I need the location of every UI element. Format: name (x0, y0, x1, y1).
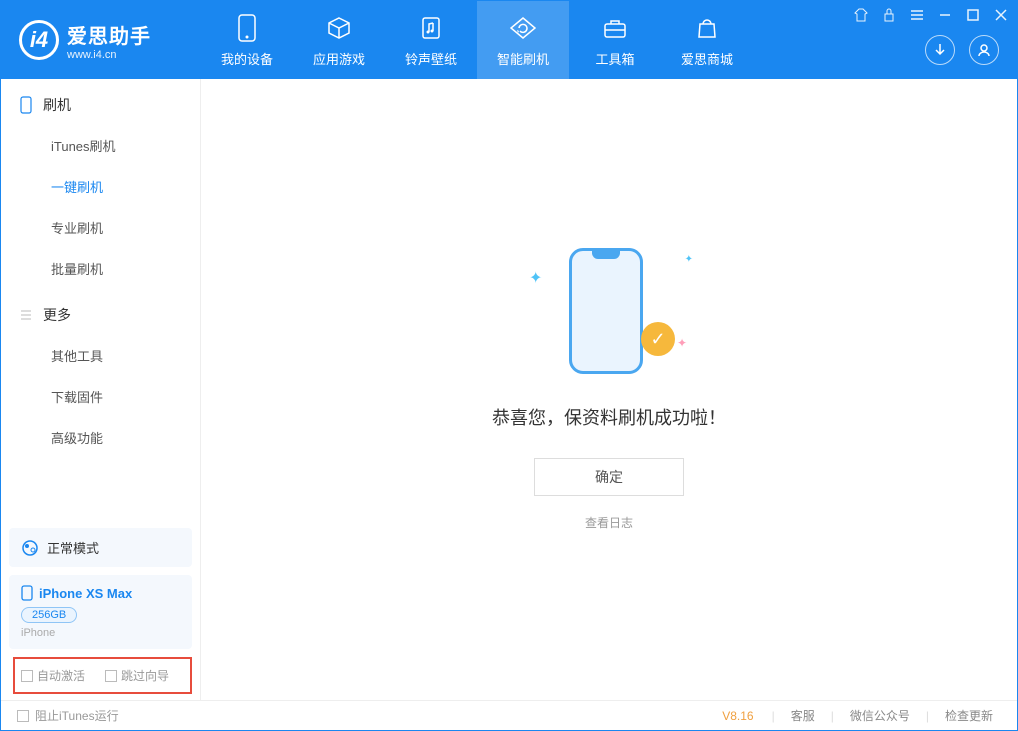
nav-tab-apps[interactable]: 应用游戏 (293, 1, 385, 79)
phone-icon (19, 96, 33, 114)
sidebar-item-pro-flash[interactable]: 专业刷机 (1, 207, 200, 248)
device-capacity: 256GB (21, 607, 77, 623)
close-icon[interactable] (993, 7, 1009, 23)
sidebar-section-more: 更多 (1, 289, 200, 335)
device-name: iPhone XS Max (39, 586, 132, 601)
sidebar-section-flash: 刷机 (1, 79, 200, 125)
block-itunes-label: 阻止iTunes运行 (35, 707, 119, 724)
main-content: ✦ ✦ ✦ ✓ 恭喜您，保资料刷机成功啦！ 确定 查看日志 (201, 79, 1017, 700)
checkbox-icon (21, 670, 33, 682)
sidebar-item-batch-flash[interactable]: 批量刷机 (1, 248, 200, 289)
version-label: V8.16 (722, 709, 753, 723)
maximize-icon[interactable] (965, 7, 981, 23)
nav-label: 铃声壁纸 (405, 49, 457, 68)
highlighted-checkbox-row: 自动激活 跳过向导 (13, 657, 192, 694)
section-title: 更多 (43, 305, 71, 325)
checkbox-block-itunes[interactable]: 阻止iTunes运行 (17, 707, 119, 724)
minimize-icon[interactable] (937, 7, 953, 23)
chk-label: 自动激活 (37, 667, 85, 684)
sparkle-icon: ✦ (529, 268, 542, 288)
sidebar-item-advanced[interactable]: 高级功能 (1, 417, 200, 458)
header-action-icons (925, 35, 999, 65)
status-link-support[interactable]: 客服 (783, 707, 823, 724)
music-icon (416, 13, 446, 43)
status-link-update[interactable]: 检查更新 (937, 707, 1001, 724)
sidebar-item-other-tools[interactable]: 其他工具 (1, 335, 200, 376)
header: i4 爱思助手 www.i4.cn 我的设备 应用游戏 (1, 1, 1017, 79)
nav-tab-store[interactable]: 爱思商城 (661, 1, 753, 79)
cube-icon (324, 13, 354, 43)
checkbox-auto-activate[interactable]: 自动激活 (21, 667, 85, 684)
checkbox-icon (17, 710, 29, 722)
sidebar-footer: 正常模式 iPhone XS Max 256GB iPhone 自动激活 跳过向… (1, 520, 200, 700)
window-controls (853, 7, 1009, 23)
menu-icon[interactable] (909, 7, 925, 23)
refresh-icon (508, 13, 538, 43)
app-subtitle: www.i4.cn (67, 49, 151, 61)
mode-icon (21, 539, 39, 557)
phone-outline-icon (569, 248, 643, 374)
nav-tab-toolbox[interactable]: 工具箱 (569, 1, 661, 79)
nav-label: 智能刷机 (497, 49, 549, 68)
success-illustration: ✦ ✦ ✦ ✓ (549, 248, 669, 378)
sparkle-icon: ✦ (677, 336, 687, 350)
user-icon[interactable] (969, 35, 999, 65)
body: 刷机 iTunes刷机 一键刷机 专业刷机 批量刷机 更多 其他工具 下载固件 … (1, 79, 1017, 700)
section-title: 刷机 (43, 95, 71, 115)
checkbox-icon (105, 670, 117, 682)
device-small-icon (21, 585, 33, 601)
success-message: 恭喜您，保资料刷机成功啦！ (492, 404, 726, 430)
check-badge-icon: ✓ (641, 322, 675, 356)
phone-notch (592, 251, 620, 259)
logo: i4 爱思助手 www.i4.cn (1, 20, 201, 61)
logo-icon: i4 (19, 20, 59, 60)
sparkle-icon: ✦ (685, 254, 693, 265)
mode-label: 正常模式 (47, 538, 99, 557)
app-title: 爱思助手 (67, 20, 151, 49)
status-bar: 阻止iTunes运行 V8.16 | 客服 | 微信公众号 | 检查更新 (1, 700, 1017, 730)
sidebar: 刷机 iTunes刷机 一键刷机 专业刷机 批量刷机 更多 其他工具 下载固件 … (1, 79, 201, 700)
list-icon (19, 308, 33, 322)
nav-tabs: 我的设备 应用游戏 铃声壁纸 智能刷机 (201, 1, 753, 79)
download-icon[interactable] (925, 35, 955, 65)
nav-label: 我的设备 (221, 49, 273, 68)
sidebar-item-oneclick-flash[interactable]: 一键刷机 (1, 166, 200, 207)
mode-box[interactable]: 正常模式 (9, 528, 192, 567)
ok-button[interactable]: 确定 (534, 458, 684, 496)
nav-tab-ringtones[interactable]: 铃声壁纸 (385, 1, 477, 79)
device-icon (232, 13, 262, 43)
device-name-row: iPhone XS Max (21, 585, 180, 601)
sidebar-item-download-firmware[interactable]: 下载固件 (1, 376, 200, 417)
view-log-link[interactable]: 查看日志 (585, 514, 633, 531)
chk-label: 跳过向导 (121, 667, 169, 684)
sidebar-item-itunes-flash[interactable]: iTunes刷机 (1, 125, 200, 166)
nav-tab-flash[interactable]: 智能刷机 (477, 1, 569, 79)
lock-icon[interactable] (881, 7, 897, 23)
bag-icon (692, 13, 722, 43)
logo-text: 爱思助手 www.i4.cn (67, 20, 151, 61)
nav-label: 工具箱 (595, 49, 634, 68)
toolbox-icon (600, 13, 630, 43)
app-window: i4 爱思助手 www.i4.cn 我的设备 应用游戏 (0, 0, 1018, 731)
checkbox-skip-guide[interactable]: 跳过向导 (105, 667, 169, 684)
status-link-wechat[interactable]: 微信公众号 (842, 707, 918, 724)
nav-tab-device[interactable]: 我的设备 (201, 1, 293, 79)
status-right: V8.16 | 客服 | 微信公众号 | 检查更新 (722, 707, 1001, 724)
shirt-icon[interactable] (853, 7, 869, 23)
device-type: iPhone (21, 627, 180, 639)
nav-label: 应用游戏 (313, 49, 365, 68)
device-box[interactable]: iPhone XS Max 256GB iPhone (9, 575, 192, 649)
nav-label: 爱思商城 (681, 49, 733, 68)
